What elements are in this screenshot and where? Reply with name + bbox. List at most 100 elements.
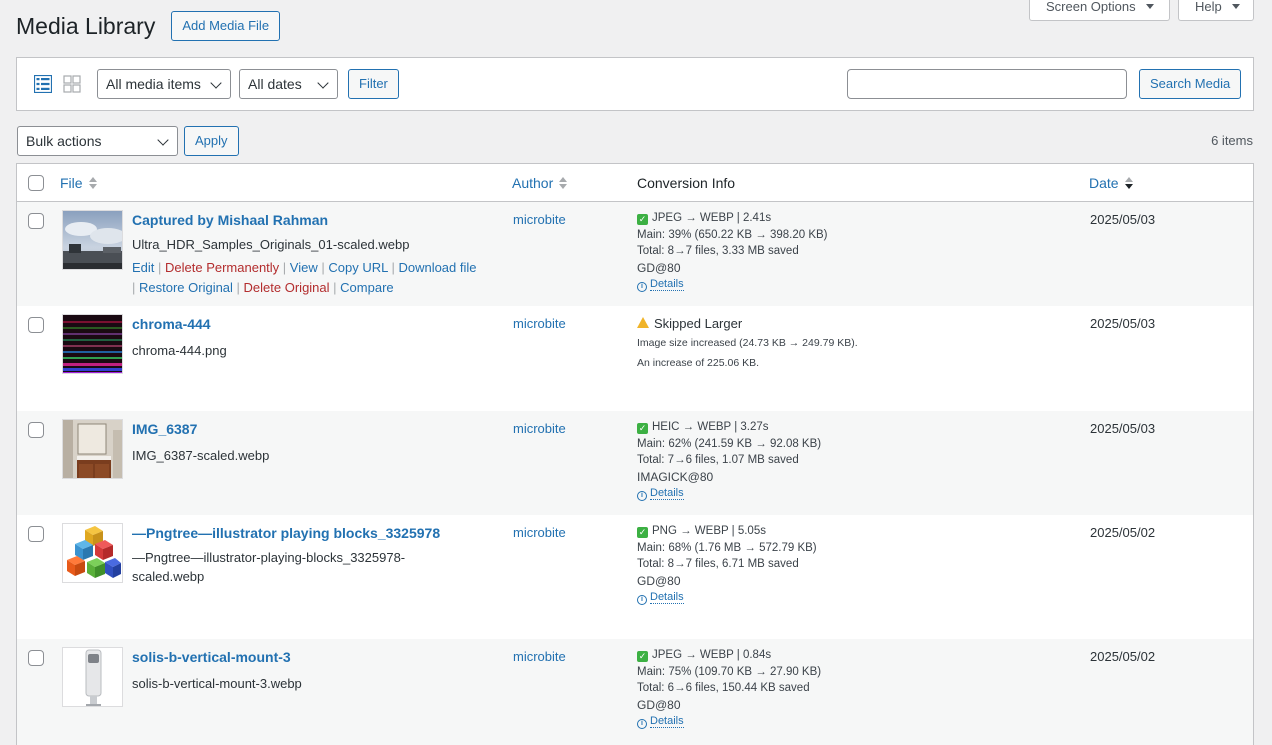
- row-checkbox[interactable]: [28, 650, 44, 666]
- view-link[interactable]: View: [290, 260, 318, 275]
- chevron-down-icon: [157, 134, 169, 146]
- help-label: Help: [1195, 0, 1222, 14]
- media-filter-bar: All media items All dates Filter Search …: [16, 57, 1254, 111]
- details-label: Details: [650, 278, 684, 291]
- row-checkbox[interactable]: [28, 317, 44, 333]
- info-icon: i: [637, 595, 647, 605]
- media-title-link[interactable]: solis-b-vertical-mount-3: [132, 649, 291, 665]
- media-date: 2025/05/03: [1090, 421, 1156, 436]
- table-row: IMG_6387 IMG_6387-scaled.webp microbite …: [17, 411, 1253, 515]
- warning-icon: [637, 317, 649, 328]
- thumbnail-image[interactable]: [62, 419, 123, 479]
- page-header: Media Library Add Media File: [16, 11, 281, 41]
- thumbnail-image[interactable]: [62, 210, 123, 270]
- search-media-button[interactable]: Search Media: [1139, 69, 1242, 99]
- chevron-down-icon: [1231, 4, 1240, 9]
- column-author[interactable]: Author: [512, 175, 568, 191]
- date-value: All dates: [248, 76, 302, 92]
- copy-url-link[interactable]: Copy URL: [328, 260, 387, 275]
- add-media-file-button[interactable]: Add Media File: [171, 11, 281, 41]
- table-row: chroma-444 chroma-444.png microbite Skip…: [17, 306, 1253, 411]
- details-label: Details: [650, 487, 684, 500]
- row-actions: Edit | Delete Permanently | View | Copy …: [132, 260, 477, 295]
- select-all-checkbox[interactable]: [28, 175, 44, 191]
- help-button[interactable]: Help: [1178, 0, 1254, 21]
- row-checkbox[interactable]: [28, 422, 44, 438]
- conversion-summary: PNG → WEBP | 5.05s: [652, 525, 766, 537]
- conversion-total: Total: 8→7 files, 6.71 MB saved: [637, 558, 799, 570]
- search-input[interactable]: [847, 69, 1127, 99]
- sort-desc-icon: [1124, 177, 1133, 189]
- author-link[interactable]: microbite: [513, 316, 566, 331]
- media-date: 2025/05/03: [1090, 212, 1156, 227]
- author-link[interactable]: microbite: [513, 212, 566, 227]
- conversion-size-note: Image size increased (24.73 KB → 249.79 …: [637, 337, 858, 349]
- conversion-main: Main: 75% (109.70 KB → 27.90 KB): [637, 665, 822, 678]
- conversion-main: Main: 62% (241.59 KB → 92.08 KB): [637, 437, 822, 450]
- conversion-main: Main: 39% (650.22 KB → 398.20 KB): [637, 228, 828, 241]
- media-date: 2025/05/02: [1090, 649, 1156, 664]
- details-link[interactable]: i Details: [637, 278, 684, 292]
- conversion-engine: GD@80: [637, 697, 681, 712]
- bulk-actions-select[interactable]: Bulk actions: [17, 126, 178, 156]
- edit-link[interactable]: Edit: [132, 260, 154, 275]
- column-author-label: Author: [512, 175, 554, 191]
- thumbnail-image[interactable]: [62, 523, 123, 583]
- bulk-actions-row: Bulk actions Apply 6 items: [17, 126, 1255, 156]
- delete-original-link[interactable]: Delete Original: [244, 280, 330, 295]
- row-checkbox[interactable]: [28, 213, 44, 229]
- author-link[interactable]: microbite: [513, 421, 566, 436]
- details-label: Details: [650, 591, 684, 604]
- conversion-summary: HEIC → WEBP | 3.27s: [652, 421, 769, 433]
- author-link[interactable]: microbite: [513, 649, 566, 664]
- compare-link[interactable]: Compare: [340, 280, 393, 295]
- items-count: 6 items: [1211, 133, 1253, 148]
- row-checkbox[interactable]: [28, 526, 44, 542]
- conversion-engine: IMAGICK@80: [637, 469, 714, 484]
- chevron-down-icon: [317, 77, 329, 89]
- column-conversion-info: Conversion Info: [637, 175, 736, 191]
- column-file-label: File: [60, 175, 83, 191]
- list-view-icon[interactable]: [34, 75, 52, 93]
- screen-options-button[interactable]: Screen Options: [1029, 0, 1170, 21]
- chevron-down-icon: [210, 77, 222, 89]
- page-title: Media Library: [16, 12, 156, 39]
- conversion-info: ✓ JPEG → WEBP | 2.41s Main: 39% (650.22 K…: [637, 210, 828, 293]
- delete-permanently-link[interactable]: Delete Permanently: [165, 260, 279, 275]
- sort-icon: [88, 177, 97, 189]
- conversion-increase-note: An increase of 225.06 KB.: [637, 357, 759, 369]
- apply-button[interactable]: Apply: [184, 126, 239, 156]
- conversion-total: Total: 8→7 files, 3.33 MB saved: [637, 245, 799, 257]
- column-date[interactable]: Date: [1089, 175, 1133, 191]
- media-title-link[interactable]: —Pngtree—illustrator playing blocks_3325…: [132, 525, 440, 541]
- media-type-select[interactable]: All media items: [97, 69, 231, 99]
- media-filename: chroma-444.png: [132, 343, 227, 358]
- filter-button[interactable]: Filter: [348, 69, 399, 99]
- thumbnail-image[interactable]: [62, 314, 123, 374]
- column-date-label: Date: [1089, 175, 1119, 191]
- conversion-info: ✓ PNG → WEBP | 5.05s Main: 68% (1.76 MB →…: [637, 523, 817, 606]
- media-date: 2025/05/03: [1090, 316, 1156, 331]
- author-link[interactable]: microbite: [513, 525, 566, 540]
- thumbnail-image[interactable]: [62, 647, 123, 707]
- conversion-main: Main: 68% (1.76 MB → 572.79 KB): [637, 541, 817, 554]
- details-link[interactable]: i Details: [637, 591, 684, 605]
- check-icon: ✓: [637, 651, 648, 662]
- screen-options-label: Screen Options: [1046, 0, 1136, 14]
- details-link[interactable]: i Details: [637, 487, 684, 501]
- media-title-link[interactable]: chroma-444: [132, 316, 211, 332]
- check-icon: ✓: [637, 527, 648, 538]
- restore-original-link[interactable]: Restore Original: [139, 280, 233, 295]
- media-type-value: All media items: [106, 76, 201, 92]
- media-title-link[interactable]: Captured by Mishaal Rahman: [132, 212, 328, 228]
- details-link[interactable]: i Details: [637, 715, 684, 729]
- conversion-status: Skipped Larger: [654, 316, 743, 331]
- download-file-link[interactable]: Download file: [398, 260, 476, 275]
- bulk-actions-value: Bulk actions: [26, 133, 102, 149]
- sort-icon: [559, 177, 568, 189]
- column-file[interactable]: File: [60, 175, 97, 191]
- date-select[interactable]: All dates: [239, 69, 338, 99]
- media-title-link[interactable]: IMG_6387: [132, 421, 197, 437]
- grid-view-icon[interactable]: [63, 75, 81, 93]
- info-icon: i: [637, 719, 647, 729]
